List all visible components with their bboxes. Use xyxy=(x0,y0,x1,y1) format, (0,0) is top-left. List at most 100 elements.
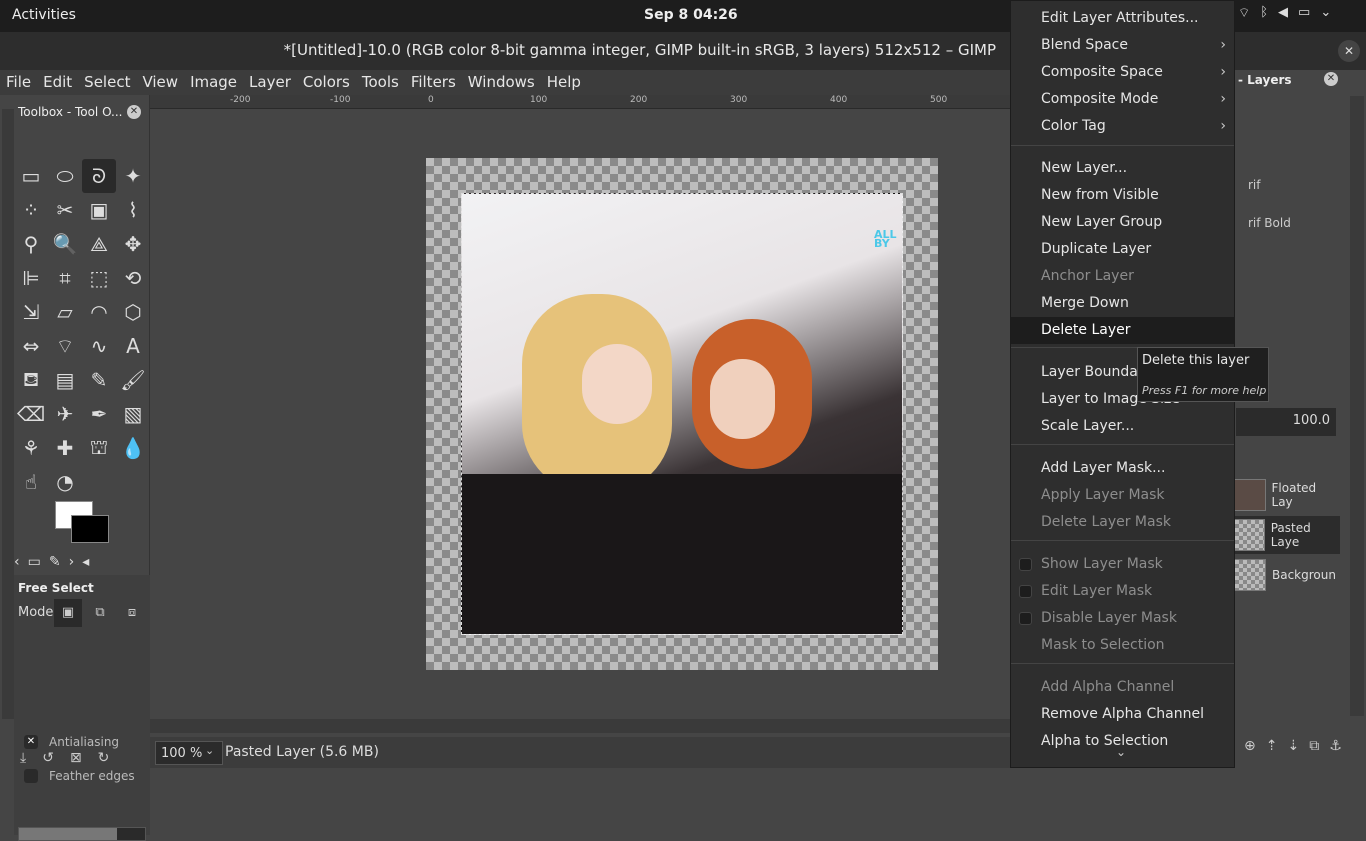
vertical-ruler[interactable] xyxy=(2,109,14,719)
layers-dock-close-icon[interactable]: ✕ xyxy=(1324,72,1338,86)
ink-icon[interactable]: ✒ xyxy=(82,397,116,431)
layer-row-floated[interactable]: Floated Lay xyxy=(1234,476,1340,514)
blur-icon[interactable]: 💧 xyxy=(116,431,150,465)
crop-icon[interactable]: ⌗ xyxy=(48,261,82,295)
menu-item-add-layer-mask[interactable]: Add Layer Mask... xyxy=(1011,455,1234,482)
menu-colors[interactable]: Colors xyxy=(297,70,356,95)
warp-icon[interactable]: ◠ xyxy=(82,295,116,329)
menu-item-composite-space[interactable]: Composite Space › xyxy=(1011,59,1234,86)
menu-item-remove-alpha-channel[interactable]: Remove Alpha Channel xyxy=(1011,701,1234,728)
restore-icon[interactable]: ↺ xyxy=(42,750,54,766)
device-status-icon[interactable]: ▭ xyxy=(28,554,41,570)
save-icon[interactable]: ⤓ xyxy=(20,750,26,766)
horizontal-ruler[interactable]: -200 -100 0 100 200 300 400 500 xyxy=(150,95,1010,109)
chevron-down-icon[interactable]: ⌄ xyxy=(1320,5,1331,21)
clock[interactable]: Sep 8 04:26 xyxy=(644,7,738,23)
shear-icon[interactable]: ▱ xyxy=(48,295,82,329)
perspective-clone-icon[interactable]: ⛫ xyxy=(82,431,116,465)
menu-edit[interactable]: Edit xyxy=(37,70,78,95)
menu-view[interactable]: View xyxy=(136,70,184,95)
tool-options-icon[interactable]: ✎ xyxy=(49,554,61,570)
delete-icon[interactable]: ⊠ xyxy=(70,750,82,766)
ellipse-select-icon[interactable]: ⬭ xyxy=(48,159,82,193)
dodge-burn-icon[interactable]: ◔ xyxy=(48,465,82,499)
align-icon[interactable]: ⊫ xyxy=(14,261,48,295)
eraser-icon[interactable]: ⌫ xyxy=(14,397,48,431)
gradient-icon[interactable]: ▤ xyxy=(48,363,82,397)
mypaint-brush-icon[interactable]: ▧ xyxy=(116,397,150,431)
menu-file[interactable]: File xyxy=(0,70,37,95)
measure-icon[interactable]: ⟁ xyxy=(82,227,116,261)
duplicate-layer-icon[interactable]: ⧉ xyxy=(1309,738,1319,754)
horizontal-scrollbar[interactable] xyxy=(150,719,1010,733)
menu-image[interactable]: Image xyxy=(184,70,243,95)
wifi-icon[interactable]: ⌔ xyxy=(1238,5,1250,21)
window-close-button[interactable]: ✕ xyxy=(1338,40,1360,62)
menu-windows[interactable]: Windows xyxy=(462,70,541,95)
layer-row-background[interactable]: Backgroun xyxy=(1234,556,1340,594)
wave-icon[interactable]: ∿ xyxy=(82,329,116,363)
menu-item-delete-layer[interactable]: Delete Layer xyxy=(1011,317,1234,344)
menu-item-edit-layer-attributes[interactable]: Edit Layer Attributes... xyxy=(1011,5,1234,32)
anchor-icon[interactable]: ⚓ xyxy=(1329,738,1342,754)
foreground-select-icon[interactable]: ▣ xyxy=(82,193,116,227)
antialiasing-checkbox[interactable]: ✕ xyxy=(24,735,38,749)
system-tray[interactable]: ⌔ ᛒ ◀ ▭ ⌄ xyxy=(1238,5,1331,21)
zoom-dropdown-icon[interactable]: ⌄ xyxy=(205,744,214,757)
heal-icon[interactable]: ✚ xyxy=(48,431,82,465)
activities-button[interactable]: Activities xyxy=(12,7,76,23)
toolbox-title[interactable]: Toolbox - Tool O... xyxy=(18,105,122,119)
raise-layer-icon[interactable]: ⇡ xyxy=(1266,738,1278,754)
font-list-item-bold[interactable]: rif Bold xyxy=(1248,216,1356,230)
menu-item-new-layer-group[interactable]: New Layer Group xyxy=(1011,209,1234,236)
menu-tools[interactable]: Tools xyxy=(356,70,405,95)
select-by-color-icon[interactable]: ⁘ xyxy=(14,193,48,227)
menu-layer[interactable]: Layer xyxy=(243,70,297,95)
paths-icon[interactable]: ⌇ xyxy=(116,193,150,227)
new-layer-icon[interactable]: ⊕ xyxy=(1244,738,1256,754)
zoom-icon[interactable]: 🔍 xyxy=(48,227,82,261)
color-picker-icon[interactable]: ⚲ xyxy=(14,227,48,261)
3d-transform-icon[interactable]: ⬡ xyxy=(116,295,150,329)
clone-icon[interactable]: ⚘ xyxy=(14,431,48,465)
vertical-scrollbar[interactable] xyxy=(1350,96,1364,716)
scissors-select-icon[interactable]: ✂ xyxy=(48,193,82,227)
add-mode-icon[interactable]: ⧉ xyxy=(86,599,114,627)
layers-dock-title[interactable]: - Layers xyxy=(1238,73,1292,87)
smudge-icon[interactable]: ☝ xyxy=(14,465,48,499)
fuzzy-select-icon[interactable]: ✦ xyxy=(116,159,150,193)
toolbox-close-icon[interactable]: ✕ xyxy=(127,105,141,119)
volume-icon[interactable]: ◀ xyxy=(1278,5,1288,21)
menu-filters[interactable]: Filters xyxy=(405,70,462,95)
text-icon[interactable]: A xyxy=(116,329,150,363)
menu-item-scale-layer[interactable]: Scale Layer... xyxy=(1011,413,1234,440)
unified-transform-icon[interactable]: ⬚ xyxy=(82,261,116,295)
reset-icon[interactable]: ↻ xyxy=(98,750,110,766)
flip-icon[interactable]: ⇔ xyxy=(14,329,48,363)
menu-item-merge-down[interactable]: Merge Down xyxy=(1011,290,1234,317)
menu-item-new-layer[interactable]: New Layer... xyxy=(1011,155,1234,182)
pasted-photo-layer[interactable]: ALL BY xyxy=(461,193,903,635)
layer-row-pasted[interactable]: Pasted Laye xyxy=(1234,516,1340,554)
chevron-left-icon[interactable]: ‹ xyxy=(14,554,20,570)
subtract-mode-icon[interactable]: ⧈ xyxy=(118,599,146,627)
menu-scroll-down-icon[interactable]: ⌄ xyxy=(1116,745,1126,759)
cage-icon[interactable]: ⌔ xyxy=(48,329,82,363)
bucket-fill-icon[interactable]: ⛾ xyxy=(14,363,48,397)
lower-layer-icon[interactable]: ⇣ xyxy=(1287,738,1299,754)
replace-mode-icon[interactable]: ▣ xyxy=(54,599,82,627)
menu-item-color-tag[interactable]: Color Tag › xyxy=(1011,113,1234,140)
menu-item-duplicate-layer[interactable]: Duplicate Layer xyxy=(1011,236,1234,263)
background-color-swatch[interactable] xyxy=(71,515,109,543)
configure-icon[interactable]: ◂ xyxy=(82,554,89,570)
free-select-icon[interactable]: ᘐ xyxy=(82,159,116,193)
menu-help[interactable]: Help xyxy=(541,70,587,95)
tool-option-slider[interactable] xyxy=(18,827,146,841)
opacity-spinbox[interactable]: 100.0 xyxy=(1236,408,1336,436)
bluetooth-icon[interactable]: ᛒ xyxy=(1260,5,1268,21)
menu-item-blend-space[interactable]: Blend Space › xyxy=(1011,32,1234,59)
canvas-area[interactable]: ALL BY xyxy=(150,109,1010,719)
pencil-icon[interactable]: ✎ xyxy=(82,363,116,397)
airbrush-icon[interactable]: ✈ xyxy=(48,397,82,431)
feather-edges-checkbox[interactable] xyxy=(24,769,38,783)
